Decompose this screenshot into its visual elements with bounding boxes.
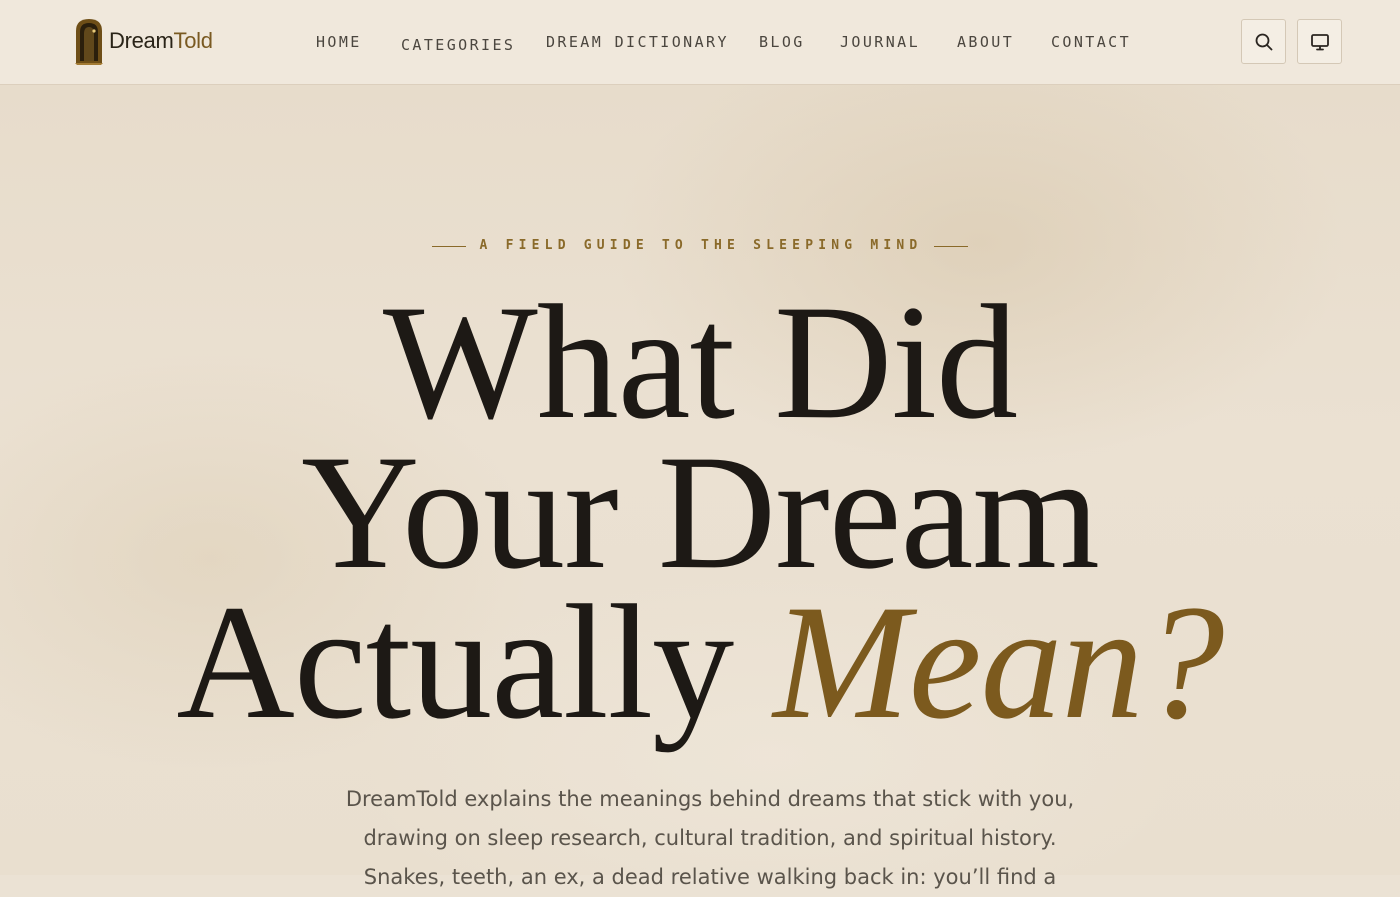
eyebrow-rule-right xyxy=(934,245,969,247)
lead-line-3: Snakes, teeth, an ex, a dead relative wa… xyxy=(363,865,1057,889)
nav-home[interactable]: HOME xyxy=(316,32,362,52)
theme-toggle-button[interactable] xyxy=(1297,19,1342,64)
monitor-icon xyxy=(1310,33,1329,50)
lead-line-1: DreamTold explains the meanings behind d… xyxy=(345,787,1075,811)
lead-line-2: drawing on sleep research, cultural trad… xyxy=(363,826,1057,850)
eyebrow-rule-left xyxy=(431,245,466,247)
hero-eyebrow: A FIELD GUIDE TO THE SLEEPING MIND xyxy=(0,236,1400,256)
nav-categories[interactable]: CATEGORIES xyxy=(401,35,515,55)
headline-line-1: What Did xyxy=(382,272,1018,453)
hero-lead: DreamTold explains the meanings behind d… xyxy=(300,780,1120,897)
nav-dream-dictionary[interactable]: DREAM DICTIONARY xyxy=(546,32,729,52)
nav-about[interactable]: ABOUT xyxy=(957,32,1014,52)
nav-journal[interactable]: JOURNAL xyxy=(840,32,920,52)
search-button[interactable] xyxy=(1241,19,1286,64)
nav-blog[interactable]: BLOG xyxy=(759,32,805,52)
site-header: DreamTold HOME CATEGORIES DREAM DICTIONA… xyxy=(0,0,1400,85)
headline-line-2: Your Dream xyxy=(301,422,1100,603)
nav-contact[interactable]: CONTACT xyxy=(1051,32,1131,52)
headline-accent: Mean? xyxy=(773,572,1224,753)
headline-line-3: Actually Mean? xyxy=(0,581,1400,745)
main-nav: HOME CATEGORIES DREAM DICTIONARY BLOG JO… xyxy=(0,30,1400,54)
eyebrow-text: A FIELD GUIDE TO THE SLEEPING MIND xyxy=(479,238,923,253)
headline-line-3-plain: Actually xyxy=(176,572,774,753)
search-icon xyxy=(1255,33,1272,50)
